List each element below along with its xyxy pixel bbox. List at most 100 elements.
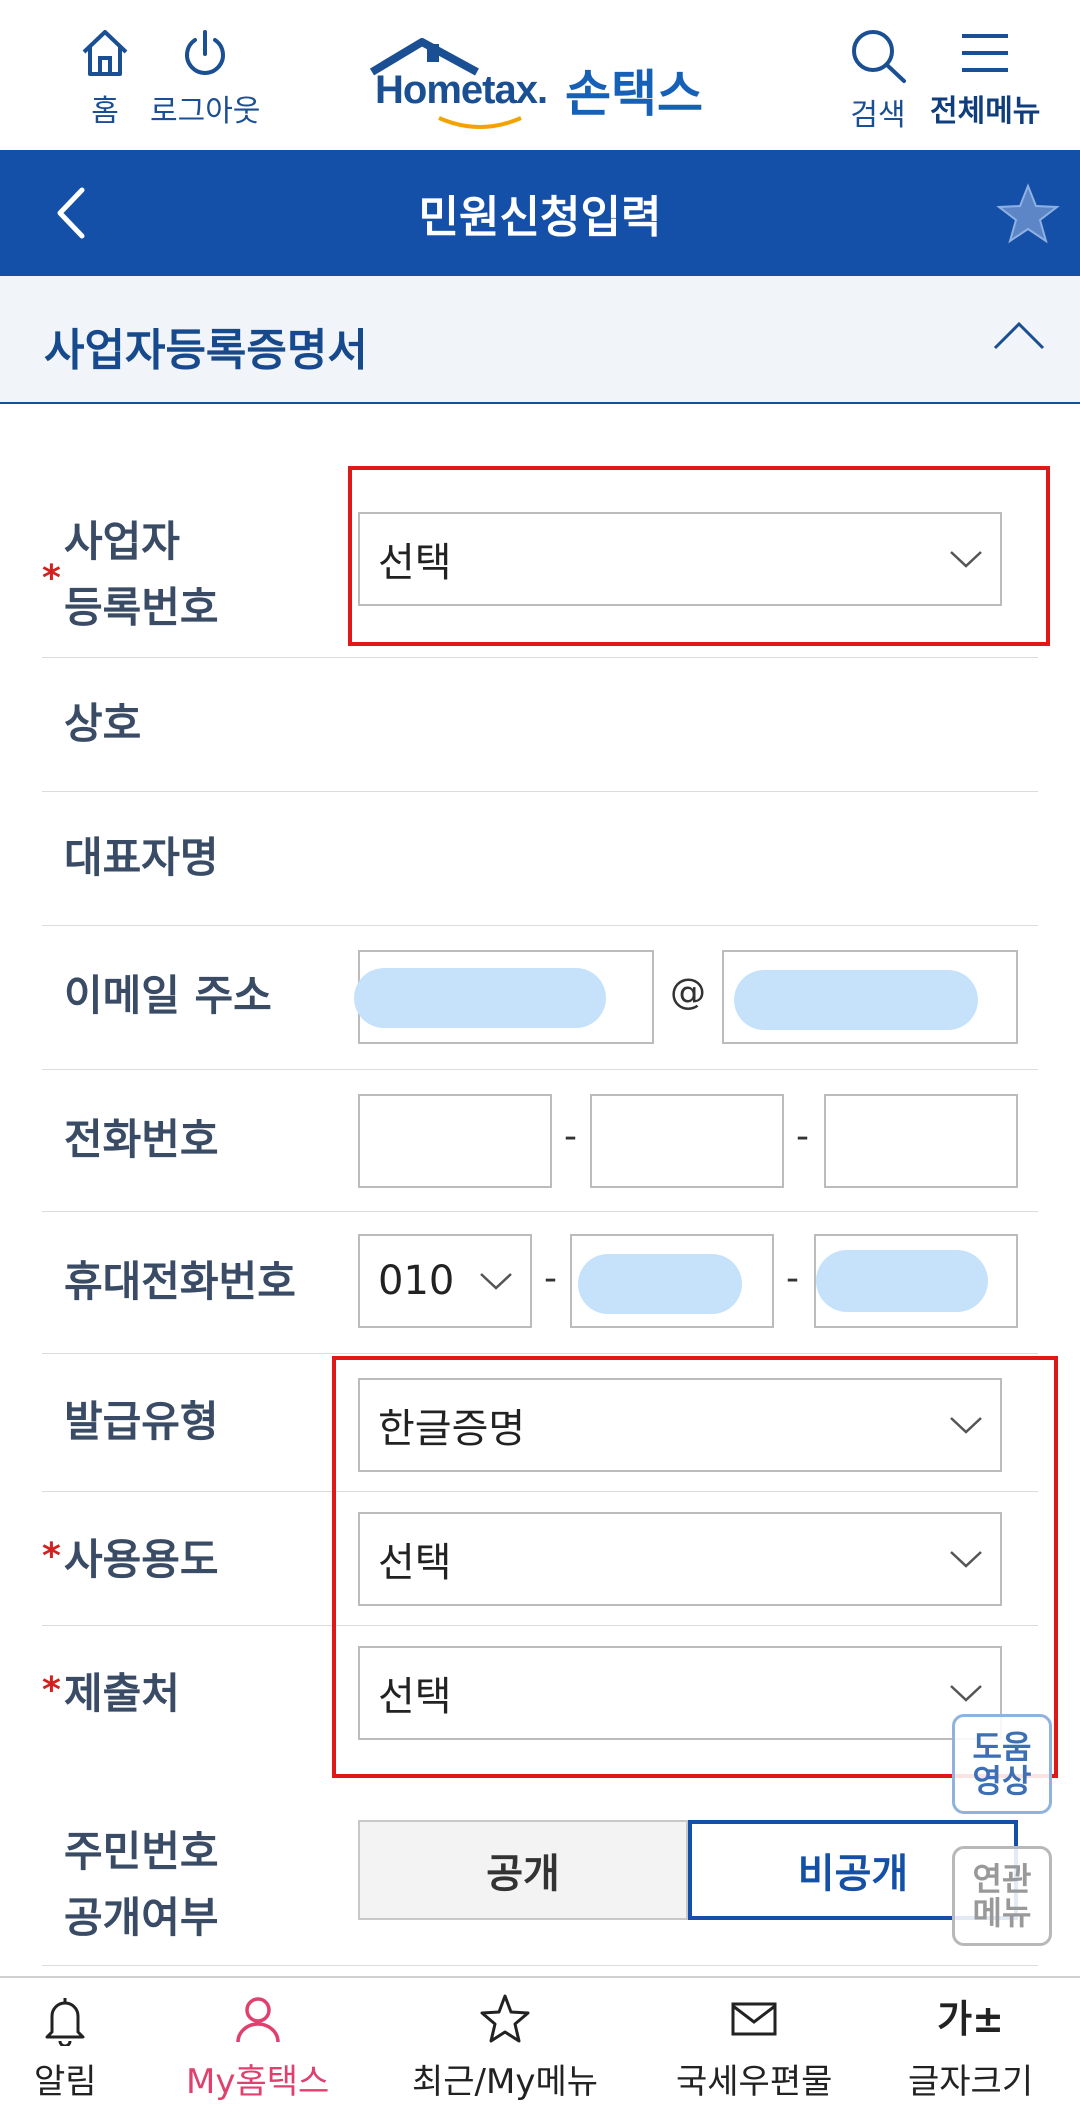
logout-button[interactable]: 로그아웃	[150, 26, 260, 130]
favorite-button[interactable]	[996, 182, 1060, 246]
chevron-down-icon	[950, 1551, 982, 1568]
form-row-mobile: 휴대전화번호 010 - -	[42, 1212, 1038, 1354]
help-video-line1: 도움	[972, 1728, 1032, 1766]
home-label: 홈	[91, 94, 119, 129]
usage-select[interactable]: 선택	[358, 1512, 1002, 1606]
rrn-private-label: 비공개	[797, 1851, 909, 1897]
nav-text-size-label: 글자크기	[908, 2062, 1034, 2102]
logo-korean: 손택스	[565, 65, 703, 123]
form-row-company: 상호	[42, 658, 1038, 792]
full-menu-label: 전체메뉴	[930, 94, 1041, 129]
search-button[interactable]: 검색	[848, 26, 908, 134]
star-outline-icon	[480, 1994, 530, 2043]
phone-label: 전화번호	[64, 1115, 219, 1164]
redacted-mobile-part3	[816, 1250, 988, 1312]
nav-recent-my-menu[interactable]: 최근/My메뉴	[412, 1992, 598, 2103]
mail-icon	[731, 2002, 777, 2036]
required-mark: *	[42, 1536, 61, 1577]
form-row-issue-type: 발급유형 한글증명	[42, 1354, 1038, 1492]
form-row-email: 이메일 주소 @	[42, 926, 1038, 1070]
mobile-dash-2: -	[786, 1258, 799, 1299]
hometax-logo[interactable]: Hometax. 손택스	[365, 38, 725, 129]
power-icon	[185, 30, 226, 75]
phone-part2-input[interactable]	[590, 1094, 784, 1188]
biz-number-label-1: 사업자	[64, 517, 180, 566]
ceo-label: 대표자명	[64, 833, 219, 882]
form-row-phone: 전화번호 - -	[42, 1070, 1038, 1212]
hamburger-menu-icon	[962, 34, 1009, 72]
bottom-navigation: 알림 My홈택스 최근/My메뉴 국세우편물 가± 글자크기	[0, 1976, 1080, 2115]
mobile-label: 휴대전화번호	[64, 1257, 296, 1306]
nav-notifications-label: 알림	[34, 2062, 97, 2102]
chevron-left-icon	[57, 187, 85, 239]
chevron-down-icon	[950, 551, 982, 568]
usage-value: 선택	[378, 1540, 452, 1586]
nav-my-hometax-label: My홈택스	[186, 2062, 330, 2102]
form-row-rrn-visibility: 주민번호 공개여부 공개 비공개	[42, 1786, 1038, 1966]
biz-number-label-2: 등록번호	[64, 583, 219, 632]
mobile-prefix-select[interactable]: 010	[358, 1234, 532, 1328]
rrn-public-toggle[interactable]: 공개	[358, 1820, 688, 1920]
chevron-down-icon	[480, 1273, 512, 1290]
mobile-dash-1: -	[544, 1258, 557, 1299]
form-row-submit-to: * 제출처 선택	[42, 1626, 1038, 1760]
section-title: 사업자등록증명서	[44, 325, 368, 376]
issue-type-value: 한글증명	[378, 1406, 526, 1452]
company-label: 상호	[64, 699, 142, 748]
rrn-label-1: 주민번호	[64, 1827, 219, 1876]
rrn-public-label: 공개	[486, 1851, 560, 1897]
submit-to-label: 제출처	[64, 1669, 180, 1718]
nav-notifications[interactable]: 알림	[34, 1992, 97, 2103]
submit-to-value: 선택	[378, 1674, 452, 1720]
page-title-bar: 민원신청입력	[0, 150, 1080, 276]
back-button[interactable]	[40, 180, 100, 246]
nav-my-hometax[interactable]: My홈택스	[186, 1992, 329, 2103]
phone-part1-input[interactable]	[358, 1094, 552, 1188]
required-mark: *	[42, 1670, 61, 1711]
redacted-email-domain	[734, 970, 978, 1030]
top-header: 홈 로그아웃 Hometax. 손택스 검색 전체메뉴	[0, 0, 1080, 150]
related-menu-button[interactable]: 연관 메뉴	[952, 1846, 1052, 1946]
chevron-down-icon	[950, 1685, 982, 1702]
text-size-icon: 가±	[937, 1997, 1004, 2041]
required-mark: *	[42, 558, 61, 599]
usage-label: 사용용도	[64, 1535, 219, 1584]
biz-number-select-value: 선택	[378, 540, 452, 586]
form-row-usage: * 사용용도 선택	[42, 1492, 1038, 1626]
logout-label: 로그아웃	[150, 94, 261, 129]
bell-icon	[45, 1998, 85, 2046]
star-icon	[996, 183, 1060, 244]
logo-smile-icon	[438, 116, 522, 129]
home-icon	[82, 30, 128, 76]
email-at-sign: @	[670, 972, 706, 1013]
biz-number-select[interactable]: 선택	[358, 512, 1002, 606]
rrn-label-2: 공개여부	[64, 1893, 219, 1942]
page-title: 민원신청입력	[418, 192, 662, 243]
email-label: 이메일 주소	[64, 971, 272, 1020]
home-button[interactable]: 홈	[78, 26, 132, 130]
nav-tax-mail[interactable]: 국세우편물	[676, 1992, 832, 2103]
search-icon	[852, 30, 906, 83]
help-video-button[interactable]: 도움 영상	[952, 1714, 1052, 1814]
chevron-down-icon	[950, 1417, 982, 1434]
phone-part3-input[interactable]	[824, 1094, 1018, 1188]
full-menu-button[interactable]: 전체메뉴	[930, 26, 1040, 130]
related-menu-line2: 메뉴	[972, 1894, 1032, 1932]
person-icon	[235, 1997, 280, 2043]
chevron-up-icon[interactable]	[992, 316, 1046, 356]
logo-text: Hometax.	[375, 68, 548, 112]
help-video-line2: 영상	[972, 1762, 1032, 1800]
form-row-biz-number: * 사업자 등록번호 선택	[42, 452, 1038, 658]
mobile-prefix-value: 010	[378, 1258, 455, 1304]
submit-to-select[interactable]: 선택	[358, 1646, 1002, 1740]
nav-text-size[interactable]: 가± 글자크기	[908, 1992, 1033, 2103]
nav-tax-mail-label: 국세우편물	[676, 2062, 833, 2102]
form-row-ceo: 대표자명	[42, 792, 1038, 926]
nav-recent-my-menu-label: 최근/My메뉴	[412, 2062, 599, 2102]
section-header[interactable]: 사업자등록증명서	[0, 276, 1080, 404]
redacted-mobile-part2	[578, 1254, 742, 1314]
related-menu-line1: 연관	[972, 1860, 1032, 1898]
issue-type-select[interactable]: 한글증명	[358, 1378, 1002, 1472]
phone-dash-2: -	[796, 1116, 809, 1157]
issue-type-label: 발급유형	[64, 1397, 219, 1446]
